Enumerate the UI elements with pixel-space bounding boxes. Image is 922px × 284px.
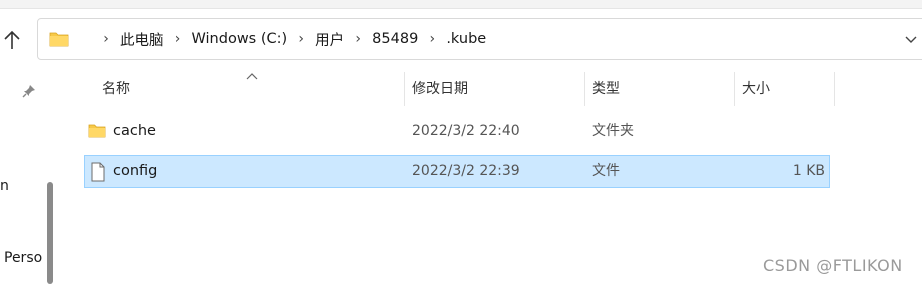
- file-name: config: [113, 163, 158, 179]
- address-bar[interactable]: › 此电脑 › Windows (C:) › 用户 › 85489 › .kub…: [37, 18, 922, 60]
- chevron-right-icon[interactable]: ›: [289, 31, 313, 47]
- breadcrumb-item-users[interactable]: 用户: [313, 29, 346, 50]
- column-header-type[interactable]: 类型: [592, 72, 620, 106]
- breadcrumb: › 此电脑 › Windows (C:) › 用户 › 85489 › .kub…: [94, 19, 488, 59]
- up-arrow-icon[interactable]: [2, 29, 22, 51]
- file-row-config[interactable]: config 2022/3/2 22:39 文件 1 KB: [84, 155, 830, 188]
- chevron-down-icon[interactable]: [903, 31, 919, 47]
- column-header-date-modified[interactable]: 修改日期: [412, 72, 468, 106]
- column-divider[interactable]: [834, 72, 835, 106]
- column-header-row: 名称 修改日期 类型 大小: [80, 72, 840, 106]
- nav-item-partial[interactable]: Perso: [4, 250, 42, 266]
- chevron-right-icon[interactable]: ›: [420, 31, 444, 47]
- chevron-right-icon[interactable]: ›: [346, 31, 370, 47]
- column-divider[interactable]: [734, 72, 735, 106]
- nav-scrollbar-thumb[interactable]: [47, 182, 53, 284]
- sort-ascending-icon: [246, 66, 258, 80]
- column-divider[interactable]: [404, 72, 405, 106]
- file-name: cache: [113, 123, 156, 139]
- nav-item-partial[interactable]: n: [0, 178, 9, 194]
- file-date-modified: 2022/3/2 22:39: [412, 163, 520, 179]
- chevron-right-icon[interactable]: ›: [166, 31, 190, 47]
- file-type: 文件: [592, 163, 620, 179]
- window-top-strip: [0, 0, 922, 9]
- breadcrumb-item-kube[interactable]: .kube: [444, 31, 488, 47]
- file-icon: [89, 162, 107, 182]
- breadcrumb-item-this-pc[interactable]: 此电脑: [118, 29, 166, 50]
- breadcrumb-item-user-folder[interactable]: 85489: [370, 31, 420, 47]
- file-row-cache[interactable]: cache 2022/3/2 22:40 文件夹: [84, 115, 830, 148]
- folder-icon: [49, 31, 69, 47]
- column-divider[interactable]: [584, 72, 585, 106]
- watermark-text: CSDN @FTLIKON: [763, 256, 903, 275]
- pin-icon[interactable]: [21, 83, 37, 99]
- file-date-modified: 2022/3/2 22:40: [412, 123, 520, 139]
- column-header-name[interactable]: 名称: [102, 72, 130, 106]
- file-type: 文件夹: [592, 123, 634, 139]
- column-header-size[interactable]: 大小: [742, 72, 770, 106]
- folder-icon: [88, 122, 106, 140]
- breadcrumb-item-drive-c[interactable]: Windows (C:): [190, 31, 290, 47]
- chevron-right-icon[interactable]: ›: [94, 31, 118, 47]
- file-size: 1 KB: [792, 163, 825, 179]
